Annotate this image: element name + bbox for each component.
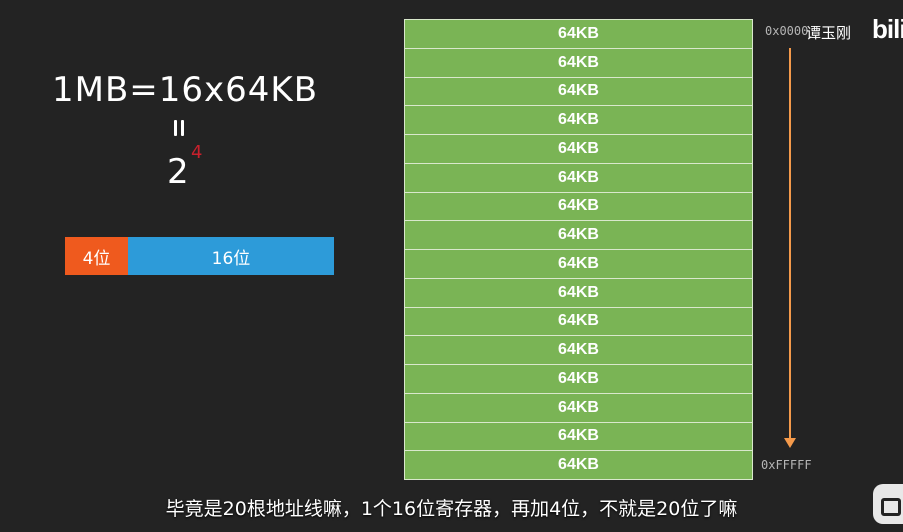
subtitle-caption: 毕竟是20根地址线嘛，1个16位寄存器，再加4位，不就是20位了嘛 (165, 498, 738, 520)
memory-block: 64KB (404, 77, 753, 107)
low-bits-segment: 16位 (128, 237, 334, 275)
address-direction-arrow (789, 48, 791, 440)
memory-block: 64KB (404, 163, 753, 193)
vertical-equals-sign (172, 118, 186, 138)
start-address-label: 0x0000 (765, 24, 809, 38)
bilibili-logo: bili (872, 14, 903, 44)
memory-block: 64KB (404, 20, 753, 49)
memory-block: 64KB (404, 365, 753, 394)
memory-block: 64KB (404, 48, 753, 78)
formula-text: 1MB=16x64KB (52, 70, 319, 110)
memory-block: 64KB (404, 451, 753, 480)
memory-block: 64KB (404, 307, 753, 337)
memory-block-stack: 64KB 64KB 64KB 64KB 64KB 64KB 64KB 64KB 64KB 64KB… (404, 19, 753, 480)
memory-block: 64KB (404, 278, 753, 308)
memory-block: 64KB (404, 422, 753, 452)
power-exponent: 4 (191, 142, 203, 163)
memory-block: 64KB (404, 336, 753, 365)
memory-block: 64KB (404, 393, 753, 423)
memory-block: 64KB (404, 192, 753, 222)
memory-block: 64KB (404, 250, 753, 279)
high-bits-segment: 4位 (65, 237, 128, 275)
memory-block: 64KB (404, 221, 753, 250)
memory-block: 64KB (404, 135, 753, 164)
end-address-label: 0xFFFFF (761, 458, 812, 472)
arrow-head-icon (784, 438, 796, 448)
power-base: 2 (167, 152, 189, 192)
address-bits-bar: 4位 16位 (65, 237, 334, 275)
memory-block: 64KB (404, 106, 753, 135)
author-watermark: 谭玉刚 (806, 24, 852, 42)
